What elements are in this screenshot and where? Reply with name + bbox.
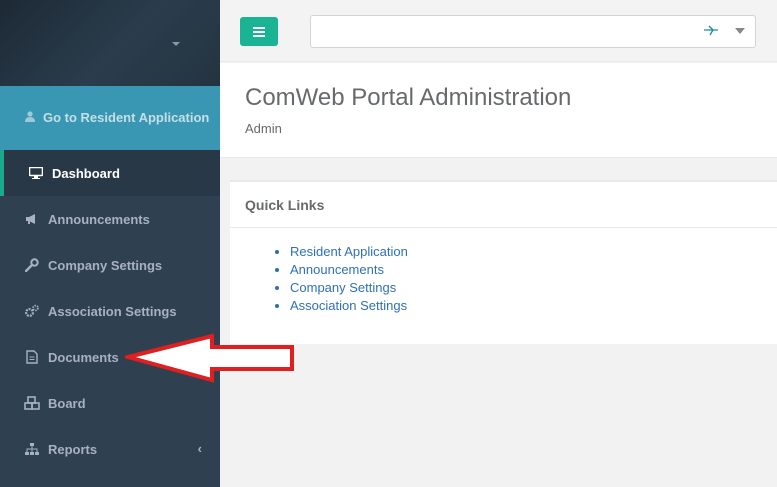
bullhorn-icon bbox=[24, 212, 40, 226]
file-icon bbox=[24, 350, 40, 364]
resident-link-label: Go to Resident Application bbox=[43, 110, 210, 125]
go-to-resident-application-link[interactable]: Go to Resident Application bbox=[0, 86, 220, 150]
gears-icon bbox=[24, 304, 40, 318]
sidebar-item-label: Company Settings bbox=[48, 257, 163, 273]
sidebar-item-company-settings[interactable]: Company Settings bbox=[0, 242, 220, 288]
sidebar-item-label: Documents bbox=[48, 349, 119, 365]
profile-area[interactable] bbox=[0, 0, 220, 86]
quick-links-panel: Quick Links Resident Application Announc… bbox=[230, 180, 777, 344]
top-navbar bbox=[220, 0, 777, 62]
sidebar-item-association-settings[interactable]: Association Settings bbox=[0, 288, 220, 334]
list-item: Resident Application bbox=[290, 243, 777, 261]
sidebar-item-dashboard[interactable]: Dashboard bbox=[0, 150, 220, 196]
cubes-icon bbox=[24, 396, 40, 410]
sidebar-item-label: Announcements bbox=[48, 211, 150, 227]
quick-links-body: Resident Application Announcements Compa… bbox=[230, 228, 777, 315]
sidebar-item-label: Board bbox=[48, 395, 86, 411]
sidebar-item-reports[interactable]: Reports ‹ bbox=[0, 426, 220, 472]
monitor-icon bbox=[28, 166, 44, 180]
quick-links-list: Resident Application Announcements Compa… bbox=[290, 243, 777, 315]
red-arrow-annotation-icon bbox=[125, 333, 294, 383]
sidebar-item-board[interactable]: Board bbox=[0, 380, 220, 426]
association-select[interactable] bbox=[310, 15, 756, 48]
company-settings-link[interactable]: Company Settings bbox=[290, 280, 396, 295]
page-heading: ComWeb Portal Administration Admin bbox=[220, 63, 777, 158]
list-item: Company Settings bbox=[290, 279, 777, 297]
sidebar-item-label: Dashboard bbox=[52, 165, 120, 181]
hamburger-icon bbox=[253, 26, 265, 37]
quick-links-title: Quick Links bbox=[230, 182, 777, 228]
page-subtitle: Admin bbox=[245, 121, 282, 136]
chevron-left-icon: ‹ bbox=[197, 441, 202, 456]
sidebar-item-announcements[interactable]: Announcements bbox=[0, 196, 220, 242]
list-item: Association Settings bbox=[290, 297, 777, 315]
sidebar-item-label: Association Settings bbox=[48, 303, 177, 319]
sitemap-icon bbox=[24, 442, 40, 456]
select-arrow-icon[interactable] bbox=[735, 28, 745, 34]
announcements-link[interactable]: Announcements bbox=[290, 262, 384, 277]
resident-application-link[interactable]: Resident Application bbox=[290, 244, 408, 259]
loading-icon bbox=[703, 23, 719, 39]
page-title: ComWeb Portal Administration bbox=[245, 84, 572, 111]
sidebar: Go to Resident Application Dashboard Ann… bbox=[0, 0, 220, 487]
profile-dropdown-caret-icon[interactable] bbox=[172, 42, 180, 46]
association-settings-link[interactable]: Association Settings bbox=[290, 298, 407, 313]
user-icon bbox=[25, 109, 37, 127]
list-item: Announcements bbox=[290, 261, 777, 279]
menu-toggle-button[interactable] bbox=[240, 17, 278, 46]
sidebar-item-label: Reports bbox=[48, 441, 98, 457]
wrench-icon bbox=[24, 258, 40, 272]
